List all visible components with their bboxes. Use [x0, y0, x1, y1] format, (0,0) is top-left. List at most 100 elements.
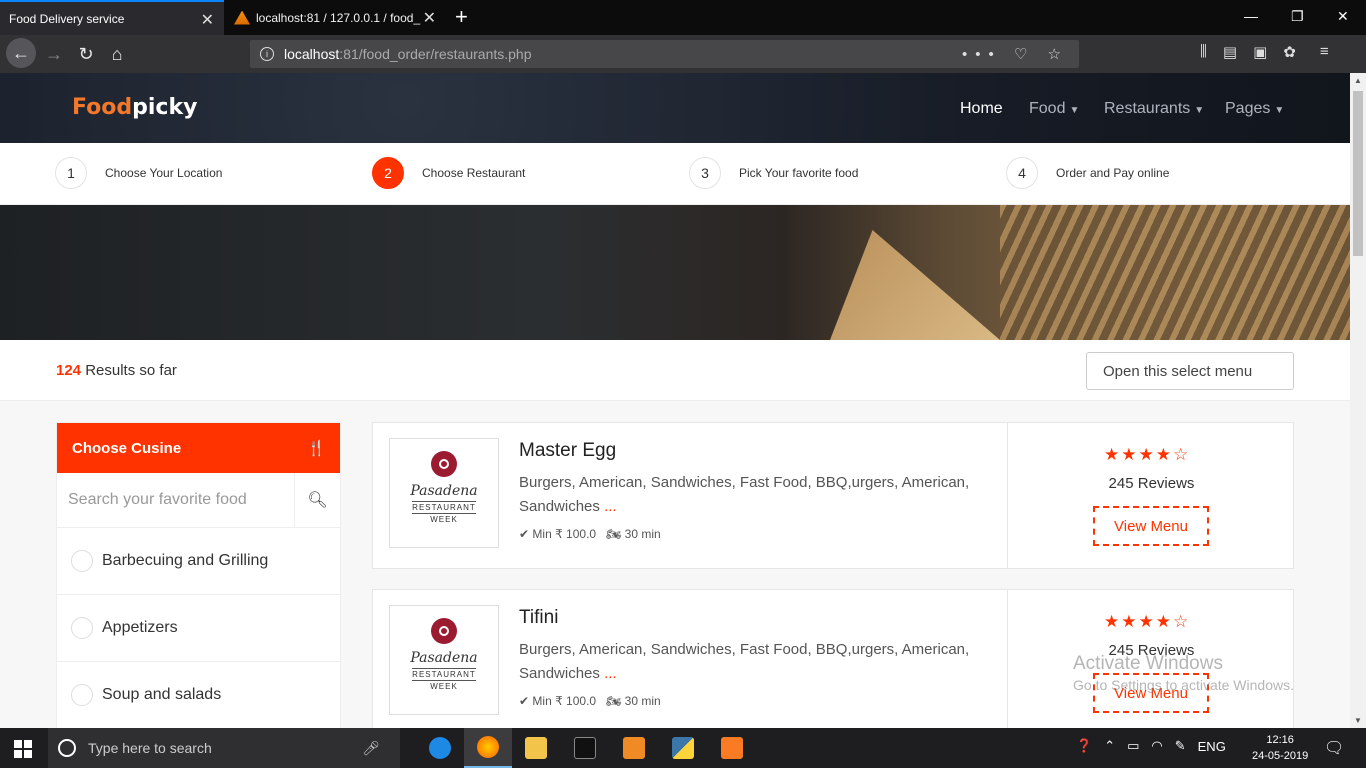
- watermark-title: Activate Windows: [1073, 653, 1223, 674]
- close-tab-icon[interactable]: ✕: [423, 8, 436, 28]
- category-soup-salads[interactable]: Soup and salads: [57, 662, 340, 728]
- more-link[interactable]: ...: [604, 665, 617, 682]
- edge-icon[interactable]: [416, 728, 464, 768]
- home-icon[interactable]: ⌂: [103, 40, 131, 68]
- nav-restaurants[interactable]: Restaurants ▼: [1104, 100, 1204, 118]
- tab-phpmyadmin[interactable]: localhost:81 / 127.0.0.1 / food_ ✕: [224, 0, 446, 35]
- restaurant-name[interactable]: Tifini: [519, 607, 558, 629]
- logo-picky: picky: [132, 95, 198, 120]
- file-explorer-icon[interactable]: [512, 728, 560, 768]
- scroll-down-icon[interactable]: ▼: [1354, 716, 1362, 725]
- more-link[interactable]: ...: [604, 498, 617, 515]
- windows-start-icon[interactable]: [14, 740, 32, 758]
- browser-nav-bar: ← → ↻ ⌂ i localhost:81/food_order/restau…: [0, 35, 1366, 73]
- xampp-icon[interactable]: [708, 728, 756, 768]
- close-tab-icon[interactable]: ✕: [201, 10, 214, 30]
- site-logo[interactable]: Foodpicky: [72, 95, 197, 120]
- step-number: 1: [55, 157, 87, 189]
- order-steps: 1 Choose Your Location 2 Choose Restaura…: [0, 143, 1350, 205]
- restore-icon[interactable]: ❐: [1291, 8, 1304, 25]
- category-barbecuing[interactable]: Barbecuing and Grilling: [57, 528, 340, 595]
- page-scrollbar[interactable]: ▲ ▼: [1350, 73, 1366, 728]
- notification-icon[interactable]: 🗨︎: [1324, 738, 1344, 758]
- step-number: 4: [1006, 157, 1038, 189]
- nav-home[interactable]: Home: [960, 100, 1003, 118]
- select-label: Open this select menu: [1103, 362, 1253, 380]
- nav-pages[interactable]: Pages ▼: [1225, 100, 1284, 118]
- min-order: Min ₹ 100.0: [532, 694, 597, 708]
- restaurant-name[interactable]: Master Egg: [519, 440, 616, 462]
- site-header: Foodpicky Home Food ▼ Restaurants ▼ Pages ▼: [0, 73, 1350, 143]
- close-window-icon[interactable]: ✕: [1337, 8, 1349, 25]
- terminal-icon[interactable]: [561, 728, 609, 768]
- category-label: Appetizers: [102, 619, 178, 636]
- address-bar[interactable]: i localhost:81/food_order/restaurants.ph…: [250, 40, 1079, 68]
- scroll-up-icon[interactable]: ▲: [1354, 76, 1362, 85]
- sort-select[interactable]: Open this select menu: [1086, 352, 1294, 390]
- scroll-thumb[interactable]: [1353, 91, 1363, 256]
- step-1: 1 Choose Your Location: [55, 157, 222, 189]
- pocket-icon[interactable]: ♡: [1014, 46, 1035, 63]
- cuisine-sidebar: Choose Cusine 🍴 Search your favorite foo…: [56, 422, 341, 728]
- browser-tab-bar: Food Delivery service ✕ localhost:81 / 1…: [0, 0, 1366, 35]
- view-menu-button[interactable]: View Menu: [1093, 506, 1209, 546]
- site-info-icon[interactable]: i: [260, 47, 274, 61]
- microphone-icon[interactable]: 🎤︎: [362, 740, 380, 757]
- chevron-up-icon[interactable]: ⌃: [1104, 738, 1115, 754]
- reload-icon[interactable]: ↻: [72, 40, 100, 68]
- caret-down-icon: ▼: [1274, 105, 1285, 116]
- firefox-icon[interactable]: [464, 728, 512, 768]
- language-indicator[interactable]: ENG: [1198, 739, 1226, 754]
- nav-food[interactable]: Food ▼: [1029, 100, 1079, 118]
- restaurant-meta: ✔ Min ₹ 100.0 🏍︎ 30 min: [519, 527, 661, 541]
- taskbar-search-placeholder: Type here to search: [88, 740, 212, 756]
- rose-icon: [431, 618, 457, 644]
- category-appetizers[interactable]: Appetizers: [57, 595, 340, 662]
- taskbar-search[interactable]: Type here to search 🎤︎: [48, 728, 400, 768]
- help-icon[interactable]: ❓: [1076, 738, 1092, 754]
- rose-icon: [431, 451, 457, 477]
- pen-icon[interactable]: ✎: [1175, 738, 1186, 754]
- menu-hamburger-icon[interactable]: ≡: [1320, 43, 1329, 61]
- new-tab-icon[interactable]: +: [455, 4, 468, 30]
- food-search-input[interactable]: Search your favorite food: [57, 473, 295, 527]
- radio-button[interactable]: [71, 550, 93, 572]
- restaurant-logo[interactable]: Pasadena RESTAURANT WEEK: [389, 605, 499, 715]
- bookmark-star-icon[interactable]: ☆: [1048, 46, 1069, 63]
- extension-icon[interactable]: ▣: [1253, 43, 1267, 61]
- sidebar-title: Choose Cusine: [72, 439, 182, 457]
- search-icon[interactable]: 🔍︎: [295, 473, 340, 527]
- sublime-text-icon[interactable]: [610, 728, 658, 768]
- sidebar-icon[interactable]: ▤: [1223, 43, 1237, 61]
- radio-button[interactable]: [71, 684, 93, 706]
- restaurant-logo[interactable]: Pasadena RESTAURANT WEEK: [389, 438, 499, 548]
- python-icon[interactable]: [659, 728, 707, 768]
- logo-line: WEEK: [430, 682, 458, 691]
- library-icon[interactable]: ⫼: [1200, 43, 1207, 61]
- forward-icon[interactable]: →: [40, 40, 68, 68]
- battery-icon[interactable]: ▭: [1127, 738, 1139, 754]
- minimize-icon[interactable]: —: [1244, 8, 1258, 24]
- back-icon[interactable]: ←: [6, 38, 36, 68]
- windows-activation-watermark: Activate Windows Go to Settings to activ…: [1073, 653, 1294, 693]
- radio-button[interactable]: [71, 617, 93, 639]
- clock-time: 12:16: [1266, 734, 1294, 746]
- taskbar-clock[interactable]: 12:16 24-05-2019: [1252, 732, 1308, 764]
- wifi-icon[interactable]: ◠: [1151, 738, 1162, 754]
- logo-script: Pasadena: [410, 483, 478, 499]
- tab-food-delivery[interactable]: Food Delivery service ✕: [0, 0, 224, 35]
- windows-taskbar: Type here to search 🎤︎ ❓ ⌃ ▭ ◠ ✎ ENG 12:…: [0, 728, 1366, 768]
- results-number: 124: [56, 362, 82, 379]
- browser-toolbar-icons: ⫼ ▤ ▣ ✿ ≡: [1200, 43, 1329, 61]
- min-order: Min ₹ 100.0: [532, 527, 597, 541]
- restaurant-meta: ✔ Min ₹ 100.0 🏍︎ 30 min: [519, 694, 661, 708]
- wheat-image: [1000, 205, 1350, 340]
- check-icon: ✔: [519, 527, 530, 541]
- motorbike-icon: 🏍︎: [606, 527, 622, 541]
- watermark-subtitle: Go to Settings to activate Windows.: [1073, 677, 1294, 693]
- results-count: 124 Results so far: [56, 362, 177, 379]
- step-label: Order and Pay online: [1056, 166, 1170, 180]
- color-extension-icon[interactable]: ✿: [1283, 43, 1296, 61]
- restaurant-description: Burgers, American, Sandwiches, Fast Food…: [519, 638, 979, 686]
- page-actions-icon[interactable]: •••: [962, 46, 1002, 63]
